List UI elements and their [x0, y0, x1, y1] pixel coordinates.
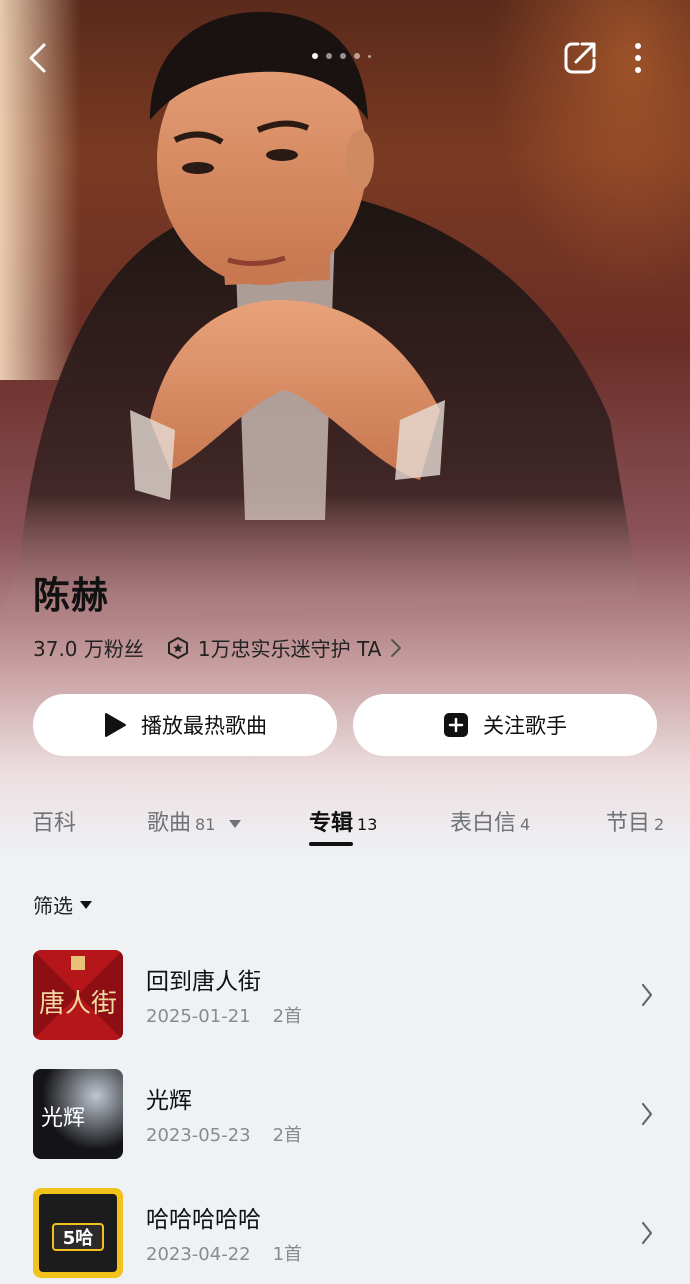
tab-label: 百科 [32, 811, 77, 836]
album-item[interactable]: 光辉 光辉 2023-05-23 2首 [0, 1069, 690, 1161]
tab-count: 4 [520, 815, 531, 834]
tab-count: 81 [195, 815, 216, 834]
fans-count: 37.0 万粉丝 [33, 637, 144, 661]
tab-label: 表白信 [450, 811, 517, 836]
album-cover-art: 5哈 [33, 1188, 123, 1278]
tab-songs[interactable]: 歌曲 81 [147, 805, 242, 837]
filter-label: 筛选 [33, 894, 73, 918]
album-title: 回到唐人街 [146, 969, 261, 995]
follow-button-label: 关注歌手 [483, 714, 567, 738]
chevron-right-icon [641, 983, 653, 1007]
carousel-dot [340, 53, 346, 59]
follow-artist-button[interactable]: 关注歌手 [353, 694, 657, 756]
album-meta: 2023-05-23 2首 [146, 1121, 302, 1147]
tab-count: 13 [357, 815, 378, 834]
album-meta: 2025-01-21 2首 [146, 1002, 302, 1028]
album-tracks: 2首 [272, 1006, 303, 1027]
cover-text: 光辉 [41, 1106, 85, 1131]
tab-love-letters[interactable]: 表白信 4 [450, 805, 530, 837]
album-cover-art: 唐人街 [33, 950, 123, 1040]
carousel-dot [354, 53, 360, 59]
carousel-indicator [312, 53, 371, 59]
tab-label: 专辑 [309, 811, 354, 836]
share-icon [564, 42, 596, 74]
tab-label: 节目 [606, 811, 651, 836]
album-tracks: 2首 [272, 1125, 303, 1146]
plus-square-icon [444, 713, 468, 737]
play-hot-songs-button[interactable]: 播放最热歌曲 [33, 694, 337, 756]
album-cover-art: 光辉 [33, 1069, 123, 1159]
filter-dropdown[interactable]: 筛选 [33, 890, 93, 919]
play-icon [105, 713, 126, 737]
play-button-label: 播放最热歌曲 [141, 714, 267, 738]
active-tab-indicator [309, 842, 353, 846]
carousel-dot [312, 53, 318, 59]
guard-link[interactable]: 1万忠实乐迷守护 TA [166, 633, 403, 662]
chevron-left-icon [29, 43, 46, 73]
chevron-right-icon [641, 1102, 653, 1126]
cover-text: 5哈 [63, 1227, 94, 1249]
artist-tabs: 百科 歌曲 81 专辑 13 表白信 4 节目 2 [0, 805, 690, 855]
album-date: 2023-04-22 [146, 1244, 251, 1265]
album-date: 2023-05-23 [146, 1125, 251, 1146]
tab-wiki[interactable]: 百科 [32, 805, 76, 837]
chevron-right-icon [391, 638, 402, 657]
more-button[interactable] [618, 38, 658, 78]
album-meta: 2023-04-22 1首 [146, 1240, 302, 1266]
album-cover: 光辉 [33, 1069, 123, 1159]
album-item[interactable]: 唐人街 回到唐人街 2025-01-21 2首 [0, 950, 690, 1042]
more-vertical-icon [635, 43, 641, 73]
cover-text: 唐人街 [39, 989, 117, 1019]
carousel-dot [326, 53, 332, 59]
album-cover: 唐人街 [33, 950, 123, 1040]
action-buttons: 播放最热歌曲 关注歌手 [33, 694, 657, 756]
tab-label: 歌曲 [147, 811, 192, 836]
guard-text: 1万忠实乐迷守护 TA [197, 637, 382, 661]
album-item[interactable]: 5哈 哈哈哈哈哈 2023-04-22 1首 [0, 1188, 690, 1280]
caret-down-icon [80, 900, 92, 909]
share-button[interactable] [560, 38, 600, 78]
artist-stats: 37.0 万粉丝 1万忠实乐迷守护 TA [33, 633, 403, 662]
album-title: 光辉 [146, 1088, 192, 1114]
tab-count: 2 [654, 815, 665, 834]
album-date: 2025-01-21 [146, 1006, 251, 1027]
carousel-dot [368, 54, 371, 58]
caret-down-icon [229, 820, 242, 828]
album-tracks: 1首 [272, 1244, 303, 1265]
chevron-right-icon [641, 1221, 653, 1245]
back-button[interactable] [18, 38, 58, 78]
shield-star-icon [167, 636, 188, 659]
tab-programs[interactable]: 节目 2 [606, 805, 664, 837]
artist-name: 陈赫 [33, 574, 109, 617]
album-title: 哈哈哈哈哈 [146, 1207, 261, 1233]
tab-albums[interactable]: 专辑 13 [309, 805, 377, 837]
album-cover: 5哈 [33, 1188, 123, 1278]
